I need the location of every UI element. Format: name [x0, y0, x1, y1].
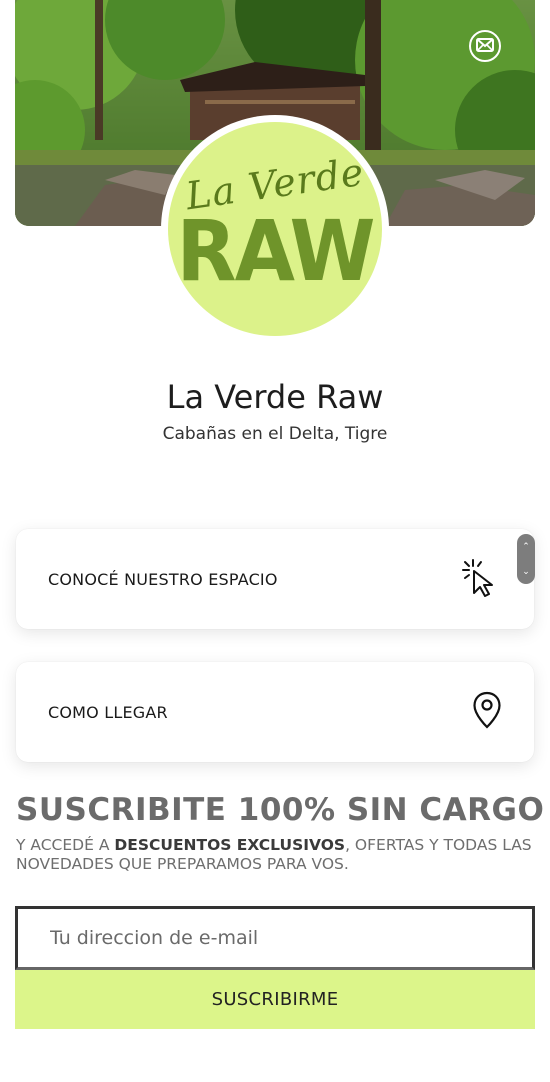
subscribe-heading: SUSCRIBITE 100% SIN CARGO [16, 792, 545, 828]
link-label: CONOCÉ NUESTRO ESPACIO [48, 569, 278, 589]
page-subtitle: Cabañas en el Delta, Tigre [162, 424, 388, 444]
brand-logo: La Verde RAW [168, 122, 382, 336]
cursor-click-icon [460, 557, 502, 601]
page-title: La Verde Raw [166, 378, 384, 416]
scroll-control[interactable]: ⌃ ⌄ [517, 534, 535, 584]
logo-wordmark: RAW [176, 203, 376, 301]
envelope-icon [476, 37, 494, 56]
profile-avatar: La Verde RAW [161, 115, 389, 343]
link-como-llegar[interactable]: COMO LLEGAR [16, 662, 534, 762]
map-pin-icon [472, 691, 502, 733]
subscribe-description: Y ACCEDÉ A DESCUENTOS EXCLUSIVOS, OFERTA… [16, 836, 536, 874]
subscribe-text-bold: DESCUENTOS EXCLUSIVOS [114, 836, 346, 854]
email-input[interactable] [15, 906, 535, 970]
link-label: COMO LLEGAR [48, 702, 168, 722]
subscribe-button[interactable]: SUSCRIBIRME [15, 970, 535, 1029]
email-contact-button[interactable] [469, 30, 501, 62]
chevron-down-icon[interactable]: ⌄ [522, 567, 530, 577]
link-conoce-espacio[interactable]: CONOCÉ NUESTRO ESPACIO [16, 529, 534, 629]
subscribe-text-prefix: Y ACCEDÉ A [16, 836, 115, 854]
chevron-up-icon[interactable]: ⌃ [522, 542, 530, 552]
